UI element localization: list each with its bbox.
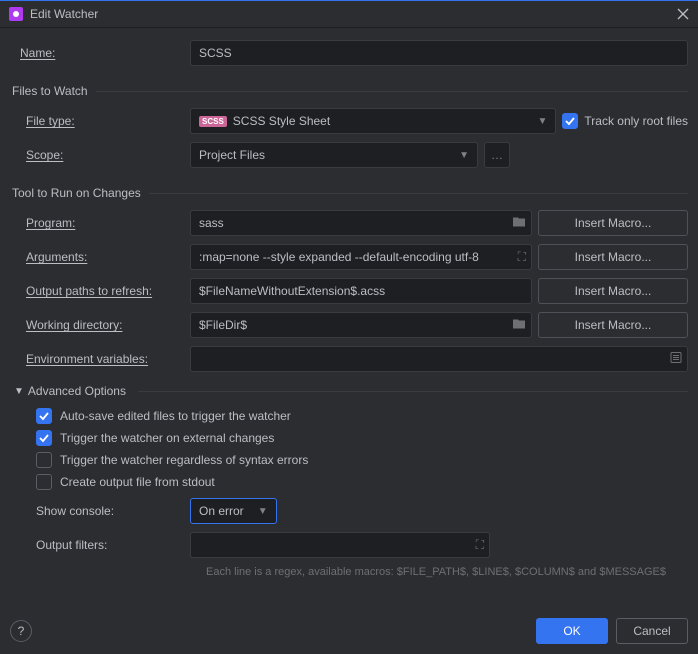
file-type-value: SCSS Style Sheet xyxy=(233,114,330,128)
output-paths-input[interactable] xyxy=(190,278,532,304)
working-dir-label: Working directory: xyxy=(26,318,122,332)
output-filters-label: Output filters: xyxy=(36,538,107,552)
scope-browse-button[interactable]: … xyxy=(484,142,510,168)
regardless-errors-checkbox[interactable] xyxy=(36,452,52,468)
arguments-label: Arguments: xyxy=(26,250,87,264)
advanced-options-toggle[interactable]: ▼ Advanced Options xyxy=(14,384,688,398)
chevron-down-icon: ▼ xyxy=(459,150,469,161)
chevron-down-icon: ▼ xyxy=(538,116,548,127)
autosave-label: Auto-save edited files to trigger the wa… xyxy=(60,409,291,423)
output-paths-label: Output paths to refresh: xyxy=(26,284,152,298)
track-root-checkbox[interactable] xyxy=(562,113,578,129)
ok-button[interactable]: OK xyxy=(536,618,608,644)
regardless-errors-label: Trigger the watcher regardless of syntax… xyxy=(60,453,308,467)
arguments-macro-button[interactable]: Insert Macro... xyxy=(538,244,688,270)
arguments-input[interactable] xyxy=(190,244,532,270)
tool-header: Tool to Run on Changes xyxy=(10,176,688,210)
name-label: Name: xyxy=(20,46,55,60)
show-console-dropdown[interactable]: On error ▼ xyxy=(190,498,277,524)
external-changes-checkbox[interactable] xyxy=(36,430,52,446)
working-dir-input[interactable] xyxy=(190,312,532,338)
close-icon[interactable] xyxy=(676,7,690,21)
env-label: Environment variables: xyxy=(26,352,148,366)
scope-value: Project Files xyxy=(199,148,265,162)
scope-dropdown[interactable]: Project Files ▼ xyxy=(190,142,478,168)
chevron-down-icon: ▼ xyxy=(14,386,24,397)
ellipsis-icon: … xyxy=(491,148,503,162)
show-console-label: Show console: xyxy=(36,504,114,518)
create-output-label: Create output file from stdout xyxy=(60,475,215,489)
folder-icon[interactable] xyxy=(512,318,526,333)
list-icon[interactable] xyxy=(670,352,682,367)
output-filters-hint: Each line is a regex, available macros: … xyxy=(10,566,688,578)
program-macro-button[interactable]: Insert Macro... xyxy=(538,210,688,236)
expand-icon[interactable]: ⛶ xyxy=(518,250,526,265)
create-output-checkbox[interactable] xyxy=(36,474,52,490)
window-title: Edit Watcher xyxy=(30,7,676,21)
working-dir-macro-button[interactable]: Insert Macro... xyxy=(538,312,688,338)
output-paths-macro-button[interactable]: Insert Macro... xyxy=(538,278,688,304)
external-changes-label: Trigger the watcher on external changes xyxy=(60,431,274,445)
output-filters-input[interactable] xyxy=(190,532,490,558)
file-type-label: File type: xyxy=(26,114,75,128)
expand-icon[interactable]: ⛶ xyxy=(476,538,484,553)
title-bar: Edit Watcher xyxy=(0,0,698,28)
scss-file-icon: SCSS xyxy=(199,116,227,127)
track-root-label: Track only root files xyxy=(584,114,688,128)
show-console-value: On error xyxy=(199,504,244,518)
cancel-button[interactable]: Cancel xyxy=(616,618,688,644)
file-type-dropdown[interactable]: SCSS SCSS Style Sheet ▼ xyxy=(190,108,556,134)
name-input[interactable] xyxy=(190,40,688,66)
help-button[interactable]: ? xyxy=(10,620,32,642)
autosave-checkbox[interactable] xyxy=(36,408,52,424)
program-label: Program: xyxy=(26,216,75,230)
env-input[interactable] xyxy=(190,346,688,372)
folder-icon[interactable] xyxy=(512,216,526,231)
help-icon: ? xyxy=(18,624,25,638)
app-icon xyxy=(8,6,24,22)
chevron-down-icon: ▼ xyxy=(258,506,268,517)
scope-label: Scope: xyxy=(26,148,63,162)
files-to-watch-header: Files to Watch xyxy=(10,74,688,108)
program-input[interactable] xyxy=(190,210,532,236)
advanced-title: Advanced Options xyxy=(28,384,126,398)
